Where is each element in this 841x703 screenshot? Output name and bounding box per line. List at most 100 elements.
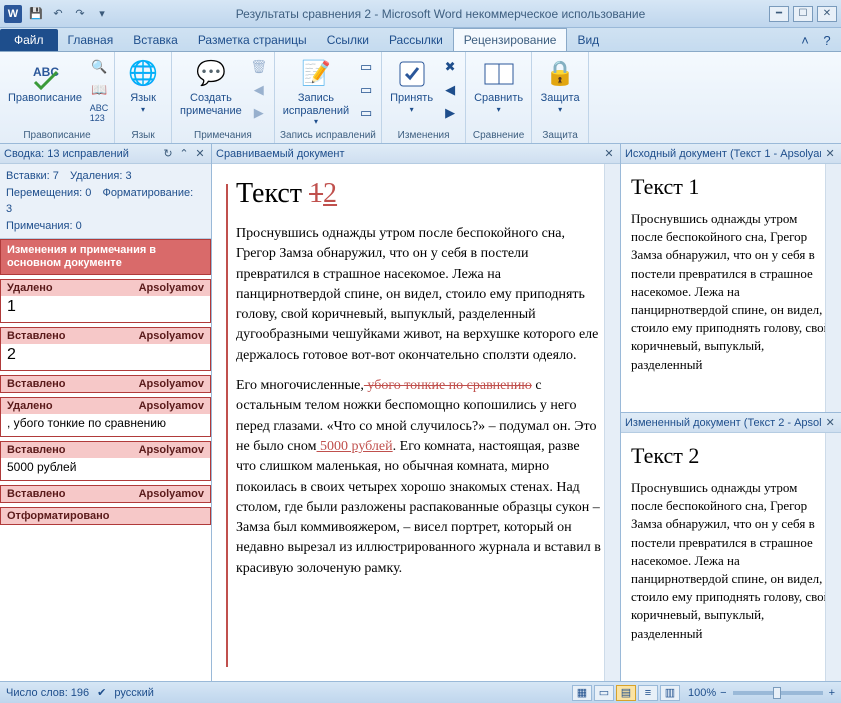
comment-icon: 💬 [195, 58, 227, 90]
display-for-review-icon[interactable]: ▭ [355, 56, 377, 78]
compared-document-panel: Сравниваемый документ ✕ Текст 12 Проснув… [212, 144, 621, 681]
zoom-out-icon[interactable]: − [720, 687, 726, 699]
tab-file[interactable]: Файл [0, 29, 58, 51]
ribbon: ABC Правописание 🔍 📖 ABC123 Правописание… [0, 52, 841, 144]
group-tracking-label: Запись исправлений [279, 128, 377, 143]
help-icon[interactable]: ? [819, 32, 835, 48]
refresh-icon[interactable]: ↻ [161, 147, 175, 161]
research-icon[interactable]: 🔍 [88, 56, 110, 78]
view-draft-icon[interactable]: ▥ [660, 685, 680, 701]
group-proofing: ABC Правописание 🔍 📖 ABC123 Правописание [0, 52, 115, 143]
ribbon-minimize-icon[interactable]: ˄ [797, 32, 813, 48]
tab-mailings[interactable]: Рассылки [379, 29, 453, 51]
scrollbar[interactable] [825, 164, 841, 412]
reviewing-pane-header: Сводка: 13 исправлений ↻ ⌃ ✕ [0, 144, 211, 164]
scrollbar[interactable] [604, 164, 620, 681]
change-entry-header: ВставленоApsolyamov [1, 328, 210, 344]
prev-comment-icon[interactable]: ◀ [248, 79, 270, 101]
tab-view[interactable]: Вид [567, 29, 609, 51]
change-type: Вставлено [7, 488, 66, 500]
source-paragraph: Проснувшись однажды утром после беспокой… [631, 210, 831, 374]
tab-home[interactable]: Главная [58, 29, 124, 51]
change-entry[interactable]: ВставленоApsolyamov [0, 485, 211, 503]
zoom-thumb[interactable] [773, 687, 781, 699]
change-entry-header: ВставленоApsolyamov [1, 376, 210, 392]
language-button[interactable]: 🌐 Язык▾ [119, 56, 167, 116]
change-author: Apsolyamov [139, 330, 204, 342]
zoom-in-icon[interactable]: + [829, 687, 835, 699]
qat-more-icon[interactable]: ▾ [92, 4, 112, 24]
language-status[interactable]: русский [114, 687, 153, 699]
change-entry-header: Отформатировано [1, 508, 210, 524]
maximize-button[interactable]: ☐ [793, 6, 813, 22]
close-center-icon[interactable]: ✕ [602, 147, 616, 161]
revised-document-panel: Измененный документ (Текст 2 - Apsoly ✕ … [621, 413, 841, 681]
close-source-icon[interactable]: ✕ [823, 147, 837, 161]
reviewing-pane-icon[interactable]: ▭ [355, 102, 377, 124]
scrollbar[interactable] [825, 433, 841, 681]
protect-button[interactable]: 🔒 Защита▾ [536, 56, 584, 116]
change-entry-header: ВставленоApsolyamov [1, 442, 210, 458]
show-markup-icon[interactable]: ▭ [355, 79, 377, 101]
change-entry[interactable]: УдаленоApsolyamov, убого тонкие по сравн… [0, 397, 211, 437]
group-changes: Принять▾ ✖ ◀ ▶ Изменения [382, 52, 466, 143]
change-author: Apsolyamov [139, 378, 204, 390]
change-author: Apsolyamov [139, 444, 204, 456]
change-entry[interactable]: ВставленоApsolyamov2 [0, 327, 211, 371]
track-changes-icon: 📝 [300, 58, 332, 90]
quick-access-toolbar: 💾 ↶ ↷ ▾ [26, 4, 112, 24]
compared-doc-header: Сравниваемый документ ✕ [212, 144, 620, 164]
tab-references[interactable]: Ссылки [317, 29, 379, 51]
new-comment-button[interactable]: 💬 Создать примечание [176, 56, 246, 119]
source-doc-body[interactable]: Текст 1 Проснувшись однажды утром после … [621, 164, 841, 412]
zoom-value[interactable]: 100% [688, 687, 716, 699]
spelling-button[interactable]: ABC Правописание [4, 56, 86, 107]
track-changes-button[interactable]: 📝 Запись исправлений▾ [279, 56, 353, 128]
view-fullscreen-icon[interactable]: ▭ [594, 685, 614, 701]
undo-icon[interactable]: ↶ [48, 4, 68, 24]
tab-page-layout[interactable]: Разметка страницы [188, 29, 317, 51]
delete-comment-icon[interactable]: 🗑 [248, 56, 270, 78]
accept-button[interactable]: Принять▾ [386, 56, 437, 116]
minimize-button[interactable]: ━ [769, 6, 789, 22]
tab-review[interactable]: Рецензирование [453, 28, 568, 51]
reject-icon[interactable]: ✖ [439, 56, 461, 78]
zoom-slider[interactable] [733, 691, 823, 695]
compare-icon [483, 58, 515, 90]
compare-button[interactable]: Сравнить▾ [470, 56, 527, 116]
tab-insert[interactable]: Вставка [123, 29, 188, 51]
change-author: Apsolyamov [139, 400, 204, 412]
collapse-icon[interactable]: ⌃ [177, 147, 191, 161]
next-change-icon[interactable]: ▶ [439, 102, 461, 124]
summary-title: Сводка: 13 исправлений [4, 148, 129, 160]
save-icon[interactable]: 💾 [26, 4, 46, 24]
doc-paragraph: Его многочисленные, убого тонкие по срав… [236, 376, 602, 579]
revised-doc-body[interactable]: Текст 2 Проснувшись однажды утром после … [621, 433, 841, 681]
word-count[interactable]: Число слов: 196 [6, 687, 89, 699]
window-title: Результаты сравнения 2 - Microsoft Word … [112, 7, 769, 21]
close-revised-icon[interactable]: ✕ [823, 416, 837, 430]
compared-doc-body[interactable]: Текст 12 Проснувшись однажды утром после… [212, 164, 620, 681]
change-entry[interactable]: ВставленоApsolyamov 5000 рублей [0, 441, 211, 481]
reviewing-pane: Сводка: 13 исправлений ↻ ⌃ ✕ Вставки: 7 … [0, 144, 212, 681]
changes-list[interactable]: Изменения и примечания в основном докуме… [0, 239, 211, 681]
view-outline-icon[interactable]: ≡ [638, 685, 658, 701]
view-print-layout-icon[interactable]: ▦ [572, 685, 592, 701]
thesaurus-icon[interactable]: 📖 [88, 79, 110, 101]
proofing-status-icon[interactable]: ✔ [97, 686, 106, 699]
change-entry-header: УдаленоApsolyamov [1, 398, 210, 414]
close-button[interactable]: ✕ [817, 6, 837, 22]
change-entry[interactable]: Отформатировано [0, 507, 211, 525]
change-body: 1 [1, 296, 210, 322]
close-pane-icon[interactable]: ✕ [193, 147, 207, 161]
next-comment-icon[interactable]: ▶ [248, 102, 270, 124]
view-web-layout-icon[interactable]: ▤ [616, 685, 636, 701]
redo-icon[interactable]: ↷ [70, 4, 90, 24]
change-entry[interactable]: УдаленоApsolyamov1 [0, 279, 211, 323]
group-protect: 🔒 Защита▾ Защита [532, 52, 589, 143]
wordcount-icon[interactable]: ABC123 [88, 102, 110, 124]
prev-change-icon[interactable]: ◀ [439, 79, 461, 101]
group-comments: 💬 Создать примечание 🗑 ◀ ▶ Примечания [172, 52, 275, 143]
change-body: , убого тонкие по сравнению [1, 414, 210, 436]
change-entry[interactable]: ВставленоApsolyamov [0, 375, 211, 393]
